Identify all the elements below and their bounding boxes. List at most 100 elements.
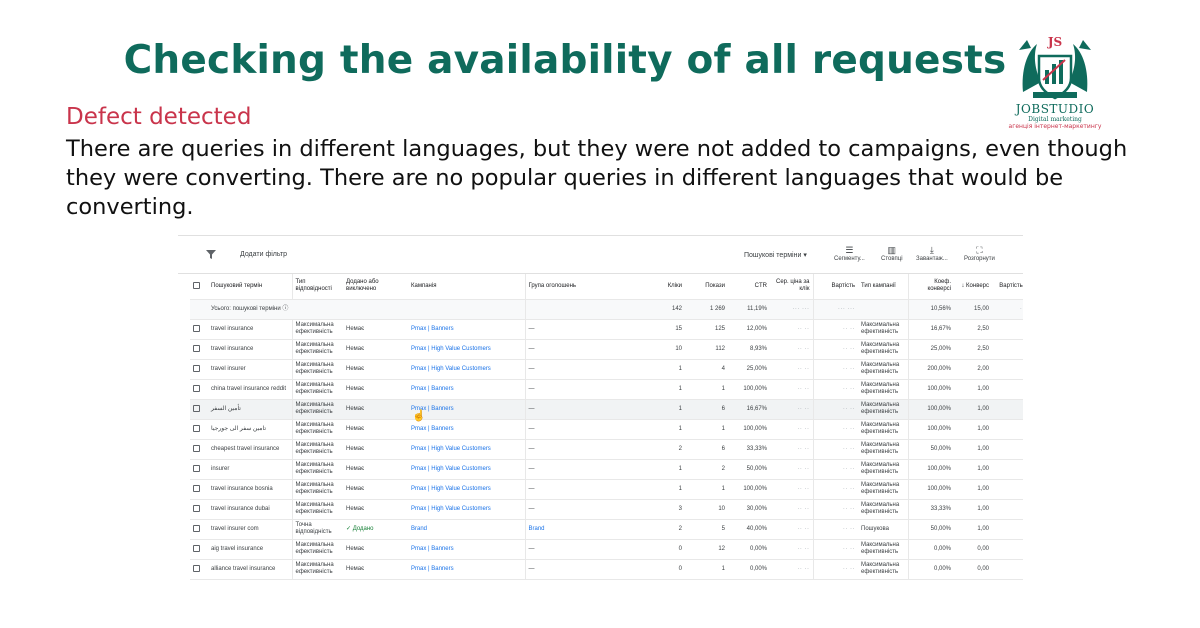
ad-group: — bbox=[524, 359, 655, 380]
conversions: 2,50 bbox=[954, 339, 992, 360]
search-term: alliance travel insurance bbox=[208, 559, 292, 580]
table-row[interactable]: aig travel insurance Максимальна ефективн… bbox=[190, 539, 1023, 560]
col-ad-group[interactable]: Група оголошень bbox=[524, 274, 655, 300]
table-row[interactable]: travel insurer Максимальна ефективність Не… bbox=[190, 359, 1023, 380]
campaign-link[interactable]: Pmax | Banners bbox=[408, 379, 525, 400]
cost: ·· ·· bbox=[812, 459, 858, 480]
ctr: 50,00% bbox=[728, 459, 770, 480]
table-row[interactable]: تامين سفر الى جورجيا Максимальна ефективн… bbox=[190, 419, 1023, 440]
campaign-link[interactable]: Pmax | Banners bbox=[408, 539, 525, 560]
added-status: Немає bbox=[343, 539, 408, 560]
campaign-link[interactable]: Pmax | High Value Customers bbox=[408, 439, 525, 460]
cost: ·· ·· bbox=[812, 339, 858, 360]
conversions: 2,00 bbox=[954, 359, 992, 380]
col-campaign[interactable]: Кампанія bbox=[408, 274, 525, 300]
campaign-link[interactable]: Pmax | High Value Customers bbox=[408, 339, 525, 360]
col-search-term[interactable]: Пошуковий термін bbox=[208, 274, 292, 300]
col-added-excluded[interactable]: Додано або виключено bbox=[343, 274, 408, 300]
impressions: 1 bbox=[685, 379, 728, 400]
campaign-link[interactable]: Pmax | Banners bbox=[408, 419, 525, 440]
campaign-link[interactable]: Pmax | Banners bbox=[408, 319, 525, 340]
col-conversions[interactable]: ↓ Конверс bbox=[954, 274, 992, 300]
col-ctr[interactable]: CTR bbox=[728, 274, 770, 300]
avg-cpc: ·· ·· bbox=[770, 519, 813, 540]
row-checkbox[interactable] bbox=[190, 459, 208, 480]
select-all-checkbox[interactable] bbox=[190, 274, 208, 300]
row-checkbox[interactable] bbox=[190, 519, 208, 540]
conversions: 1,00 bbox=[954, 439, 992, 460]
cost: ·· ·· bbox=[812, 379, 858, 400]
ad-group: — bbox=[524, 419, 655, 440]
ad-group: — bbox=[524, 539, 655, 560]
conv-rate: 100,00% bbox=[907, 379, 954, 400]
expand-button[interactable]: ⛶ Розгорнути bbox=[964, 244, 995, 262]
total-conversions: 15,00 bbox=[954, 299, 992, 320]
match-type: Максимальна ефективність bbox=[291, 379, 343, 400]
segment-button[interactable]: ☰ Сегменту... bbox=[834, 244, 865, 262]
total-label: Усього: пошукові терміни ⓘ bbox=[208, 299, 343, 320]
columns-button[interactable]: ▥ Стовпці bbox=[881, 244, 903, 262]
row-checkbox[interactable] bbox=[190, 319, 208, 340]
table-row[interactable]: travel insurance Максимальна ефективність… bbox=[190, 339, 1023, 360]
avg-cpc: ·· ·· bbox=[770, 399, 813, 420]
table-row[interactable]: travel insurer com Точна відповідність ✓ Д… bbox=[190, 519, 1023, 540]
total-clicks: 142 bbox=[655, 299, 685, 320]
col-campaign-type[interactable]: Тип кампанії bbox=[858, 274, 908, 300]
cost: ·· ·· bbox=[812, 319, 858, 340]
table-row[interactable]: travel insurance bosnia Максимальна ефект… bbox=[190, 479, 1023, 500]
campaign-link[interactable]: Pmax | High Value Customers bbox=[408, 499, 525, 520]
row-checkbox[interactable] bbox=[190, 499, 208, 520]
row-checkbox[interactable] bbox=[190, 479, 208, 500]
ad-group: — bbox=[524, 479, 655, 500]
filter-icon[interactable] bbox=[206, 250, 216, 259]
col-avg-cpc[interactable]: Сер. ціна за клік bbox=[770, 274, 813, 300]
col-cost[interactable]: Вартість bbox=[812, 274, 858, 300]
col-impressions[interactable]: Покази bbox=[685, 274, 728, 300]
table-row[interactable]: alliance travel insurance Максимальна ефе… bbox=[190, 559, 1023, 580]
campaign-type: Максимальна ефективність bbox=[858, 399, 908, 420]
campaign-link[interactable]: Pmax | Banners bbox=[408, 559, 525, 580]
search-terms-dropdown[interactable]: Пошукові терміни ▾ bbox=[744, 251, 807, 259]
ad-group: Brand bbox=[524, 519, 655, 540]
row-checkbox[interactable] bbox=[190, 439, 208, 460]
help-icon[interactable]: ⓘ bbox=[282, 306, 288, 312]
row-checkbox[interactable] bbox=[190, 419, 208, 440]
col-match-type[interactable]: Тип відповідності bbox=[291, 274, 343, 300]
campaign-type: Максимальна ефективність bbox=[858, 559, 908, 580]
row-checkbox[interactable] bbox=[190, 339, 208, 360]
table-row[interactable]: travel insurance dubai Максимальна ефекти… bbox=[190, 499, 1023, 520]
campaign-link[interactable]: Brand bbox=[408, 519, 525, 540]
download-button[interactable]: ⤓ Завантаж... bbox=[916, 244, 948, 262]
col-cost-per-conv[interactable]: Вартість конв bbox=[992, 274, 1023, 300]
avg-cpc: ·· ·· bbox=[770, 459, 813, 480]
table-row[interactable]: تأمين السفر Максимальна ефективність Немає… bbox=[190, 399, 1023, 420]
match-type: Максимальна ефективність bbox=[291, 439, 343, 460]
table-row[interactable]: cheapest travel insurance Максимальна ефе… bbox=[190, 439, 1023, 460]
row-checkbox[interactable] bbox=[190, 379, 208, 400]
col-clicks[interactable]: Кліки bbox=[655, 274, 685, 300]
row-checkbox[interactable] bbox=[190, 399, 208, 420]
search-terms-table: Пошуковий термін Тип відповідності Додан… bbox=[190, 274, 1023, 580]
avg-cpc: ·· ·· bbox=[770, 439, 813, 460]
table-row[interactable]: china travel insurance reddit Максимальна… bbox=[190, 379, 1023, 400]
row-checkbox[interactable] bbox=[190, 539, 208, 560]
logo-subtitle-ua: агенція інтернет-маркетингу bbox=[1008, 123, 1102, 130]
defect-description: There are queries in different languages… bbox=[66, 136, 1128, 220]
added-status: Немає bbox=[343, 459, 408, 480]
clicks: 15 bbox=[655, 319, 685, 340]
campaign-link[interactable]: Pmax | High Value Customers bbox=[408, 479, 525, 500]
row-checkbox[interactable] bbox=[190, 559, 208, 580]
table-row[interactable]: travel insurance Максимальна ефективність… bbox=[190, 319, 1023, 340]
cost-per-conv: ·· ·· bbox=[992, 339, 1023, 360]
col-conv-rate[interactable]: Коеф. конверсі bbox=[907, 274, 954, 300]
segment-icon: ☰ bbox=[845, 245, 854, 255]
campaign-link[interactable]: Pmax | High Value Customers bbox=[408, 459, 525, 480]
cost-per-conv: ·· ·· bbox=[992, 459, 1023, 480]
campaign-link[interactable]: Pmax | High Value Customers bbox=[408, 359, 525, 380]
row-checkbox[interactable] bbox=[190, 359, 208, 380]
search-term: aig travel insurance bbox=[208, 539, 292, 560]
table-row[interactable]: insurer Максимальна ефективність Немає Pmax… bbox=[190, 459, 1023, 480]
add-filter-button[interactable]: Додати фільтр bbox=[240, 251, 287, 258]
campaign-type: Пошукова bbox=[858, 519, 908, 540]
conv-rate: 100,00% bbox=[907, 399, 954, 420]
